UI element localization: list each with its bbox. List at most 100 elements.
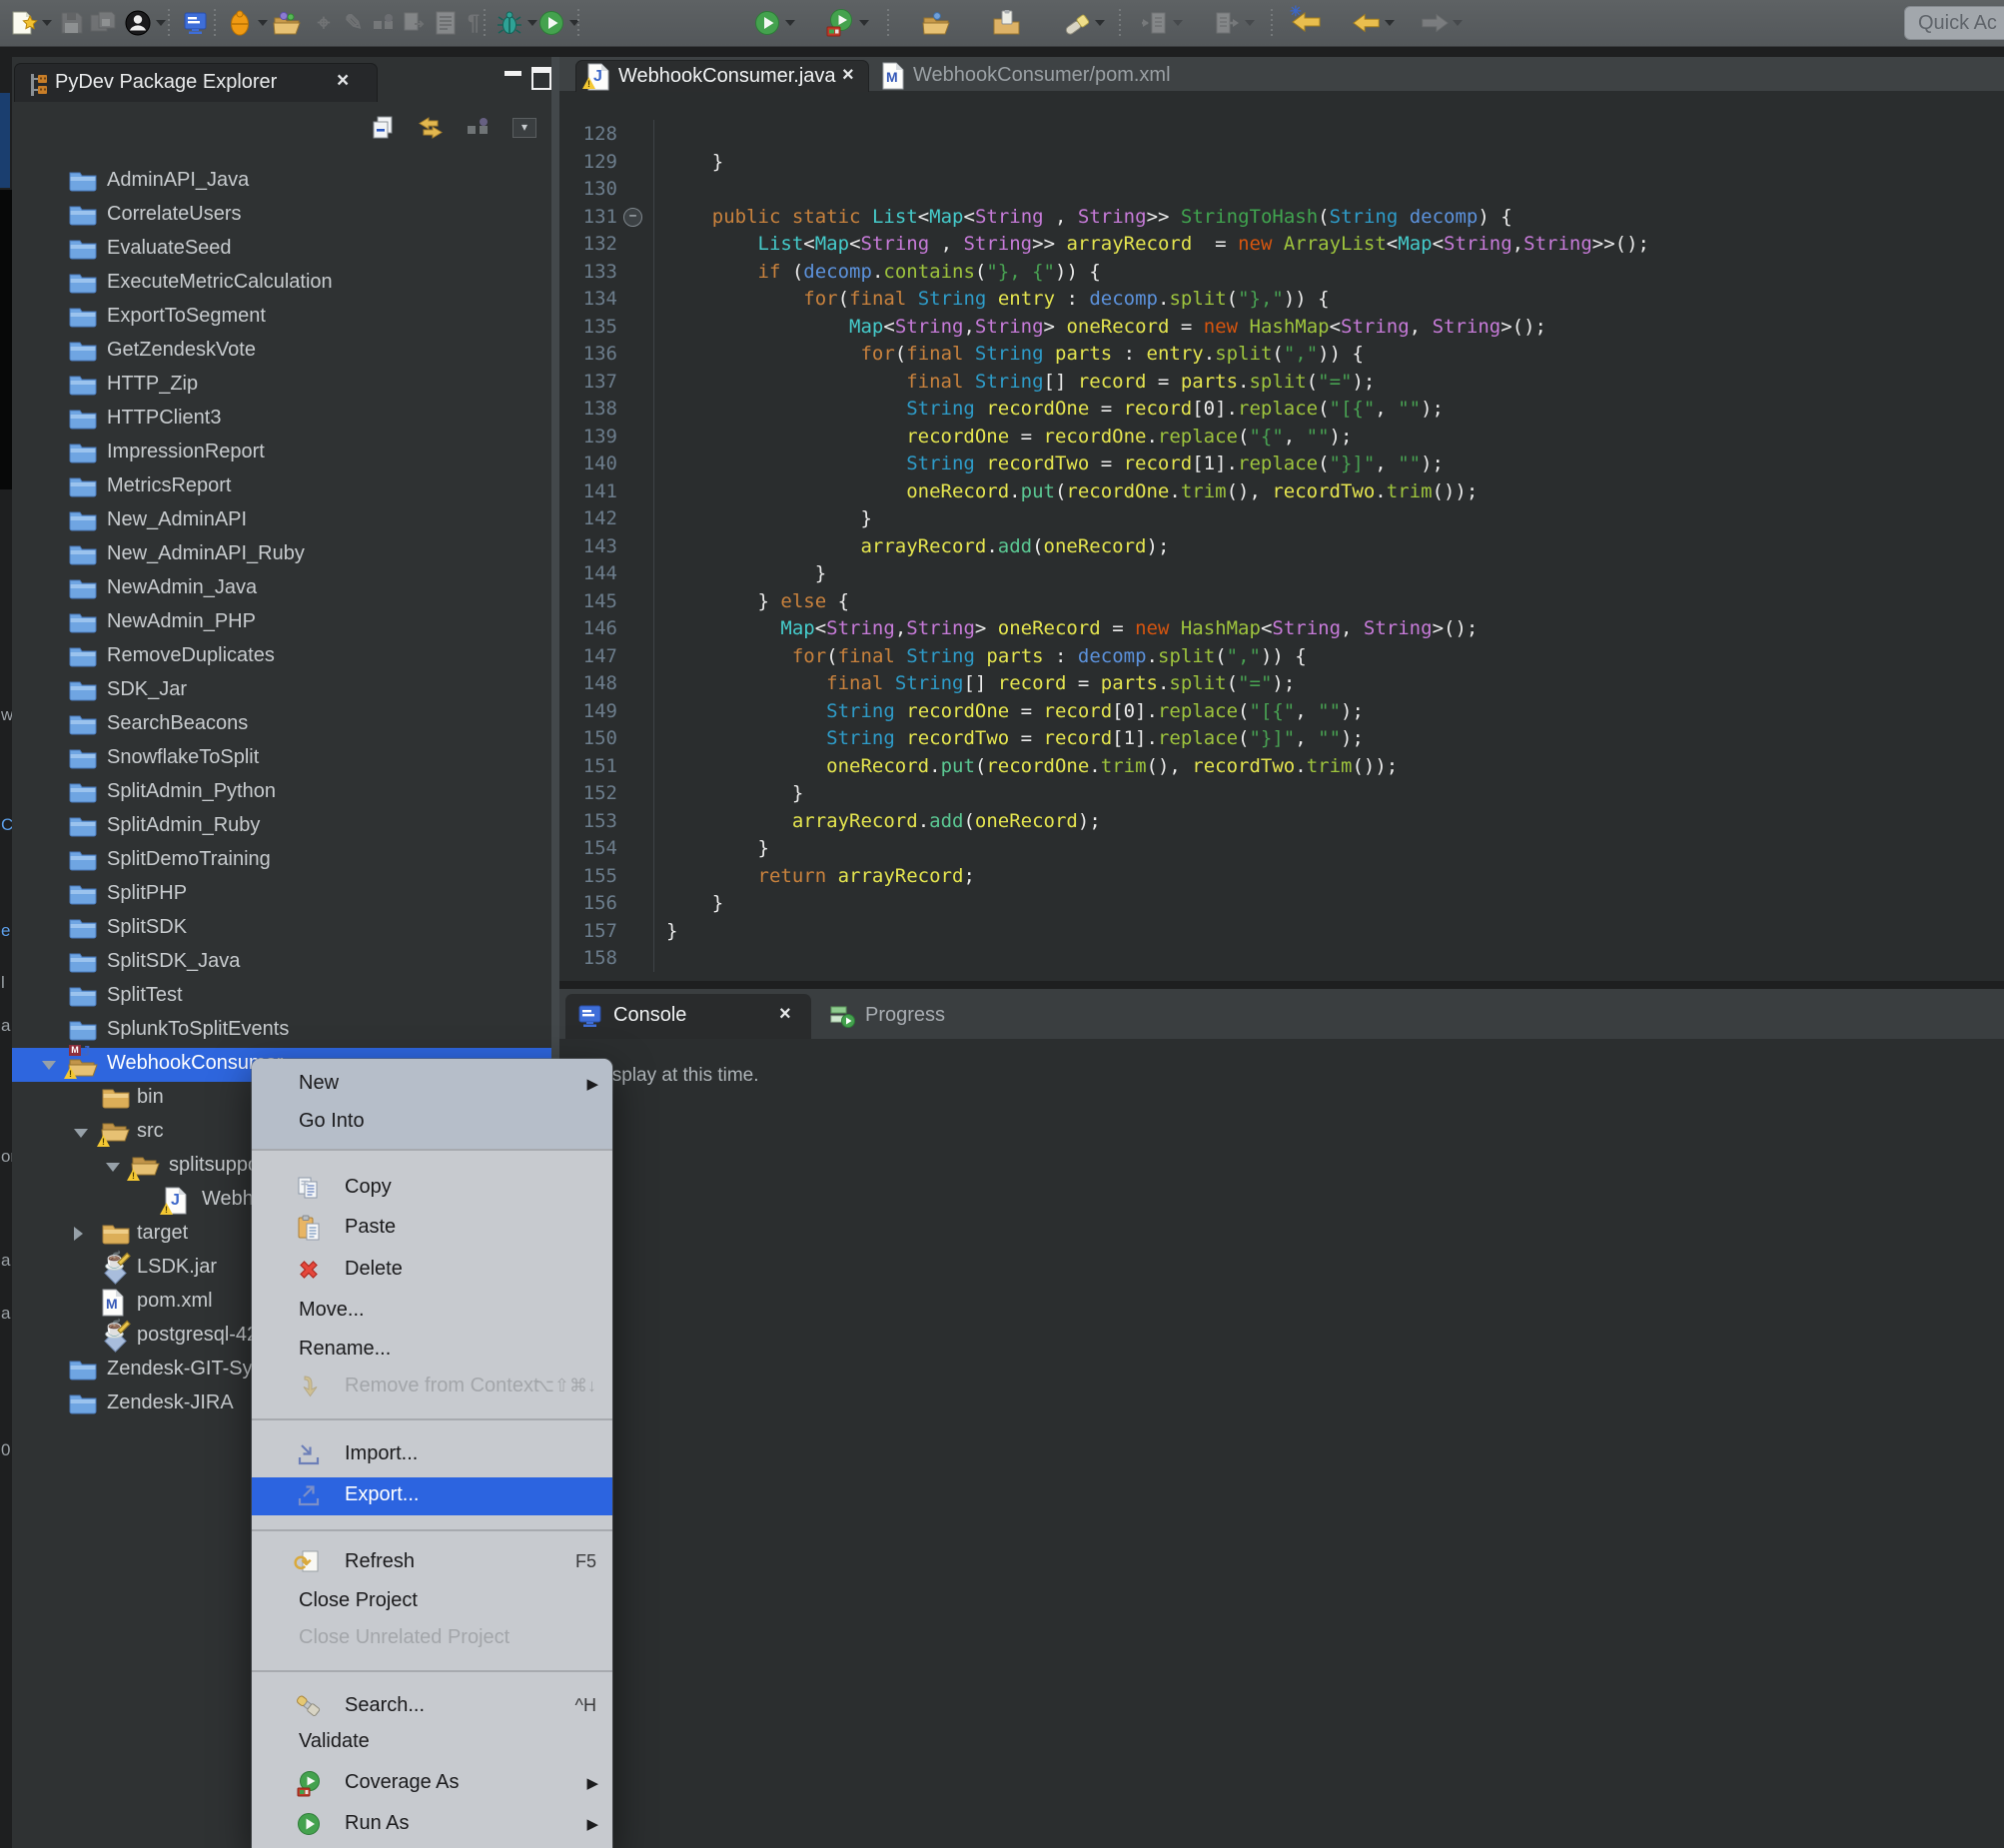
folder-blue-icon bbox=[68, 779, 98, 807]
code-line: 146 Map<String,String> oneRecord = new H… bbox=[559, 614, 2004, 642]
tree-item-httpclient3[interactable]: HTTPClient3 bbox=[12, 403, 551, 437]
coverage-dropdown-icon[interactable] bbox=[859, 20, 869, 26]
back-dropdown-icon[interactable] bbox=[1385, 20, 1395, 26]
focus-gray-icon[interactable] bbox=[464, 113, 494, 143]
tree-item-splitadmin-python[interactable]: SplitAdmin_Python bbox=[12, 776, 551, 810]
tree-item-searchbeacons[interactable]: SearchBeacons bbox=[12, 708, 551, 742]
run-icon[interactable] bbox=[535, 7, 567, 39]
export-list-icon bbox=[1211, 7, 1243, 39]
menu-item-import-[interactable]: Import... bbox=[252, 1436, 612, 1474]
fold-collapse-icon[interactable]: − bbox=[623, 208, 642, 227]
maximize-view-icon[interactable] bbox=[531, 67, 551, 90]
code-text bbox=[653, 175, 677, 203]
tree-item-splitsdk[interactable]: SplitSDK bbox=[12, 912, 551, 946]
editor-tab-java[interactable]: J!WebhookConsumer.java× bbox=[575, 60, 869, 92]
code-editor[interactable]: 128 129 }130 131− public static List<Map… bbox=[559, 91, 2004, 981]
tree-item-exporttosegment[interactable]: ExportToSegment bbox=[12, 301, 551, 335]
menu-item-rename-[interactable]: Rename... bbox=[252, 1332, 612, 1370]
menu-item-search-[interactable]: Search...^H bbox=[252, 1688, 612, 1726]
console-icon[interactable] bbox=[180, 7, 212, 39]
folder-open-icon[interactable] bbox=[921, 7, 953, 39]
tree-item-label: SplitAdmin_Python bbox=[107, 780, 276, 803]
editor-panel: J!WebhookConsumer.java×MWebhookConsumer/… bbox=[559, 57, 2004, 981]
new-wizard-dropdown-icon[interactable] bbox=[42, 20, 52, 26]
back-icon[interactable] bbox=[1351, 7, 1383, 39]
editor-tab-pom[interactable]: MWebhookConsumer/pom.xml bbox=[871, 60, 1151, 91]
tree-item-splitsdk-java[interactable]: SplitSDK_Java bbox=[12, 946, 551, 980]
tree-item-getzendeskvote[interactable]: GetZendeskVote bbox=[12, 335, 551, 369]
user-profile-icon[interactable] bbox=[122, 7, 154, 39]
beetle-icon[interactable] bbox=[494, 7, 525, 39]
tree-item-newadmin-java[interactable]: NewAdmin_Java bbox=[12, 572, 551, 606]
menu-item-refresh[interactable]: ⟳RefreshF5 bbox=[252, 1544, 612, 1582]
user-profile-dropdown-icon[interactable] bbox=[156, 20, 166, 26]
tree-item-removeduplicates[interactable]: RemoveDuplicates bbox=[12, 640, 551, 674]
console-tab-label: Console bbox=[613, 1004, 686, 1027]
tree-item-executemetriccalculation[interactable]: ExecuteMetricCalculation bbox=[12, 267, 551, 301]
menu-item-new[interactable]: New▶ bbox=[252, 1066, 612, 1104]
view-menu-icon[interactable]: ▾ bbox=[509, 113, 539, 143]
chevron-down-icon[interactable] bbox=[74, 1129, 88, 1138]
menu-item-go-into[interactable]: Go Into bbox=[252, 1104, 612, 1142]
run-last-dropdown-icon[interactable] bbox=[785, 20, 795, 26]
folder-blue-icon bbox=[68, 168, 98, 196]
task-bug-icon[interactable] bbox=[224, 7, 256, 39]
tab-pydev-package-explorer[interactable]: PyDev Package Explorer × bbox=[14, 63, 378, 102]
collapse-all-icon[interactable] bbox=[370, 113, 400, 143]
tree-item-impressionreport[interactable]: ImpressionReport bbox=[12, 437, 551, 470]
tree-item-label: SplitSDK bbox=[107, 916, 187, 939]
tree-item-splittest[interactable]: SplitTest bbox=[12, 980, 551, 1014]
tree-item-evaluateseed[interactable]: EvaluateSeed bbox=[12, 233, 551, 267]
menu-item-copy[interactable]: Copy bbox=[252, 1170, 612, 1208]
chevron-down-icon[interactable] bbox=[42, 1061, 56, 1070]
tree-item-newadmin-php[interactable]: NewAdmin_PHP bbox=[12, 606, 551, 640]
menu-item-close-project[interactable]: Close Project bbox=[252, 1583, 612, 1621]
tree-item-metricsreport[interactable]: MetricsReport bbox=[12, 470, 551, 504]
chevron-right-icon[interactable] bbox=[74, 1227, 83, 1241]
coverage-icon[interactable] bbox=[825, 7, 857, 39]
tree-item-snowflaketosplit[interactable]: SnowflakeToSplit bbox=[12, 742, 551, 776]
menu-item-coverage-as[interactable]: Coverage As▶ bbox=[252, 1765, 612, 1803]
tree-item-new-adminapi[interactable]: New_AdminAPI bbox=[12, 504, 551, 538]
menu-item-shortcut: ⌥⇧⌘↓ bbox=[533, 1376, 596, 1396]
code-line: 150 String recordTwo = record[1].replace… bbox=[559, 724, 2004, 752]
folder-blue-icon bbox=[68, 1357, 98, 1385]
close-icon[interactable]: × bbox=[337, 69, 349, 93]
minimize-view-icon[interactable] bbox=[504, 71, 521, 76]
menu-item-paste[interactable]: Paste bbox=[252, 1210, 612, 1248]
console-tab-progress[interactable]: Progress bbox=[817, 994, 1027, 1039]
tree-item-new-adminapi-ruby[interactable]: New_AdminAPI_Ruby bbox=[12, 538, 551, 572]
tree-item-adminapi-java[interactable]: AdminAPI_Java bbox=[12, 165, 551, 199]
tree-item-splitphp[interactable]: SplitPHP bbox=[12, 878, 551, 912]
folder-blue-icon bbox=[68, 270, 98, 298]
tree-item-splitdemotraining[interactable]: SplitDemoTraining bbox=[12, 844, 551, 878]
marker-pen-icon[interactable] bbox=[1061, 7, 1093, 39]
close-icon[interactable]: × bbox=[779, 1003, 791, 1026]
menu-item-export-[interactable]: Export... bbox=[252, 1477, 612, 1515]
marker-pen-dropdown-icon[interactable] bbox=[1095, 20, 1105, 26]
run-last-icon[interactable] bbox=[751, 7, 783, 39]
code-line: 133 if (decomp.contains("}, {")) { bbox=[559, 258, 2004, 286]
close-icon[interactable]: × bbox=[842, 64, 854, 87]
back-star-icon[interactable]: ✳ bbox=[1291, 7, 1323, 39]
tree-item-splitadmin-ruby[interactable]: SplitAdmin_Ruby bbox=[12, 810, 551, 844]
link-editor-icon[interactable] bbox=[416, 113, 446, 143]
tree-item-correlateusers[interactable]: CorrelateUsers bbox=[12, 199, 551, 233]
task-bug-dropdown-icon[interactable] bbox=[258, 20, 268, 26]
new-wizard-icon[interactable] bbox=[8, 7, 40, 39]
console-tab-console[interactable]: Console × bbox=[565, 994, 811, 1039]
code-text: String recordTwo = record[1].replace("}]… bbox=[653, 724, 1364, 752]
menu-item-run-as[interactable]: Run As▶ bbox=[252, 1806, 612, 1844]
menu-item-validate[interactable]: Validate bbox=[252, 1724, 612, 1762]
tree-item-splunktosplitevents[interactable]: SplunkToSplitEvents bbox=[12, 1014, 551, 1048]
folder-clipboard-icon[interactable] bbox=[991, 7, 1023, 39]
tree-item-sdk-jar[interactable]: SDK_Jar bbox=[12, 674, 551, 708]
chevron-down-icon[interactable] bbox=[106, 1163, 120, 1172]
run-icon bbox=[296, 1811, 322, 1837]
tree-item-http-zip[interactable]: HTTP_Zip bbox=[12, 369, 551, 403]
menu-item-move-[interactable]: Move... bbox=[252, 1293, 612, 1331]
quick-access-box[interactable]: Quick Ac bbox=[1904, 6, 2004, 40]
folder-tasks-icon[interactable] bbox=[272, 7, 304, 39]
background-text-fragment: a bbox=[1, 1016, 10, 1036]
menu-item-delete[interactable]: Delete bbox=[252, 1252, 612, 1290]
